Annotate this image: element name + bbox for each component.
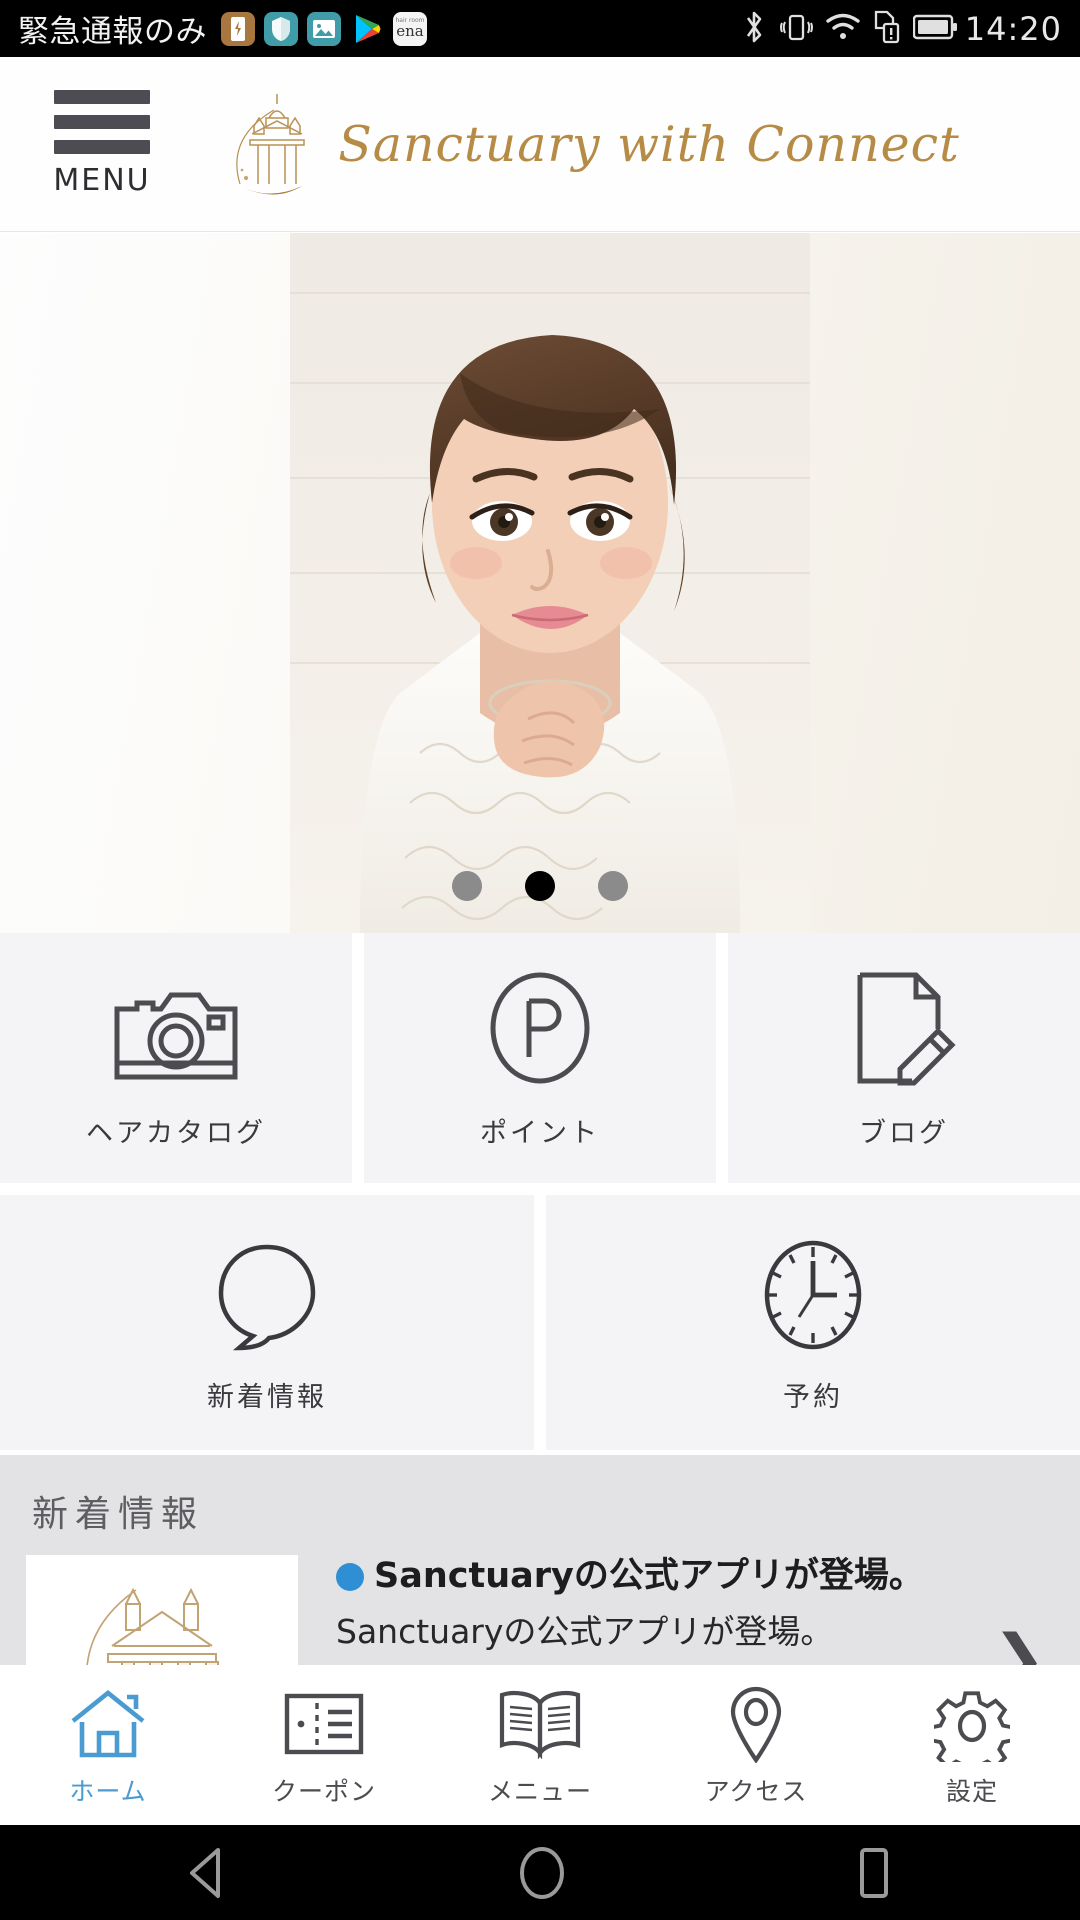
feature-tile-grid: ヘアカタログ ポイント ブロ — [0, 933, 1080, 1462]
app-header: MENU Sanctuary with Connect — [0, 57, 1080, 232]
tab-label: 設定 — [946, 1772, 998, 1808]
camera-icon — [113, 967, 239, 1087]
status-system-icons — [741, 9, 959, 49]
news-headline-row: Sanctuaryの公式アプリが登場。 — [336, 1555, 990, 1599]
wifi-icon — [825, 12, 861, 46]
speech-bubble-icon — [213, 1231, 321, 1351]
home-circle-icon — [517, 1845, 567, 1901]
tab-settings[interactable]: 設定 — [864, 1665, 1080, 1825]
brand-logo[interactable]: Sanctuary with Connect — [162, 88, 1080, 200]
tile-news[interactable]: 新着情報 — [0, 1195, 534, 1450]
clock-label: 14:20 — [965, 10, 1062, 48]
open-book-icon — [497, 1682, 583, 1766]
tile-row-2: 新着情報 予約 — [0, 1195, 1080, 1462]
tile-hair-catalog[interactable]: ヘアカタログ — [0, 933, 352, 1183]
tile-blog[interactable]: ブログ — [728, 933, 1080, 1183]
map-pin-icon — [727, 1682, 785, 1766]
gear-settings-icon — [934, 1682, 1010, 1766]
gallery-image-icon — [307, 12, 341, 46]
news-section-title: 新着情報 — [0, 1455, 1080, 1555]
android-navigation-bar — [0, 1825, 1080, 1920]
tab-label: メニュー — [488, 1772, 592, 1808]
hamburger-bar — [54, 90, 150, 104]
home-button[interactable] — [517, 1845, 567, 1901]
carousel-dot-2[interactable] — [525, 871, 555, 901]
brand-logo-text: Sanctuary with Connect — [338, 116, 960, 173]
point-p-icon — [486, 967, 594, 1087]
tile-label: ブログ — [859, 1111, 949, 1150]
hamburger-icon — [54, 90, 150, 154]
tab-label: クーポン — [272, 1772, 376, 1808]
tile-label: ヘアカタログ — [86, 1111, 266, 1150]
back-triangle-icon — [184, 1846, 232, 1900]
home-icon — [69, 1682, 147, 1766]
menu-button-label: MENU — [53, 163, 150, 198]
coupon-ticket-icon — [284, 1682, 364, 1766]
tab-label: ホーム — [69, 1772, 146, 1808]
status-bar: 緊急通報のみ hair room ena — [0, 0, 1080, 57]
news-headline: Sanctuaryの公式アプリが登場。 — [374, 1555, 924, 1599]
sanctuary-temple-logo-icon — [222, 88, 332, 200]
tab-menu[interactable]: メニュー — [432, 1665, 648, 1825]
hamburger-bar — [54, 140, 150, 154]
carrier-label: 緊急通報のみ — [18, 6, 207, 51]
tile-row-1: ヘアカタログ ポイント ブロ — [0, 933, 1080, 1195]
tab-label: アクセス — [705, 1772, 808, 1808]
carousel-dots[interactable] — [0, 871, 1080, 901]
recents-square-icon — [852, 1846, 896, 1900]
carousel-dot-1[interactable] — [452, 871, 482, 901]
ena-app-icon: hair room ena — [393, 12, 427, 46]
menu-button[interactable]: MENU — [42, 90, 162, 198]
tile-reservation[interactable]: 予約 — [546, 1195, 1080, 1450]
tile-points[interactable]: ポイント — [364, 933, 716, 1183]
bottom-tab-bar: ホーム クーポン — [0, 1665, 1080, 1825]
tab-coupon[interactable]: クーポン — [216, 1665, 432, 1825]
recents-button[interactable] — [852, 1846, 896, 1900]
clock-icon — [759, 1231, 867, 1351]
news-subtitle: Sanctuaryの公式アプリが登場。 — [336, 1611, 990, 1654]
tab-home[interactable]: ホーム — [0, 1665, 216, 1825]
back-button[interactable] — [184, 1846, 232, 1900]
carousel-dot-3[interactable] — [598, 871, 628, 901]
tile-label: 新着情報 — [207, 1375, 327, 1414]
sim-alert-icon — [873, 10, 901, 48]
bluetooth-icon — [741, 9, 767, 49]
battery-full-icon — [913, 14, 959, 44]
tile-label: ポイント — [480, 1111, 600, 1150]
news-bullet-dot-icon — [336, 1563, 364, 1591]
status-app-icons: hair room ena — [221, 12, 427, 46]
vibrate-icon — [779, 10, 813, 48]
document-pencil-icon — [852, 967, 956, 1087]
hero-carousel[interactable] — [0, 233, 1080, 933]
tile-label: 予約 — [783, 1375, 843, 1414]
tab-access[interactable]: アクセス — [648, 1665, 864, 1825]
battery-app-icon — [221, 12, 255, 46]
shield-security-icon — [264, 12, 298, 46]
play-store-icon — [350, 12, 384, 46]
hero-model-photo — [290, 233, 810, 933]
hamburger-bar — [54, 115, 150, 129]
